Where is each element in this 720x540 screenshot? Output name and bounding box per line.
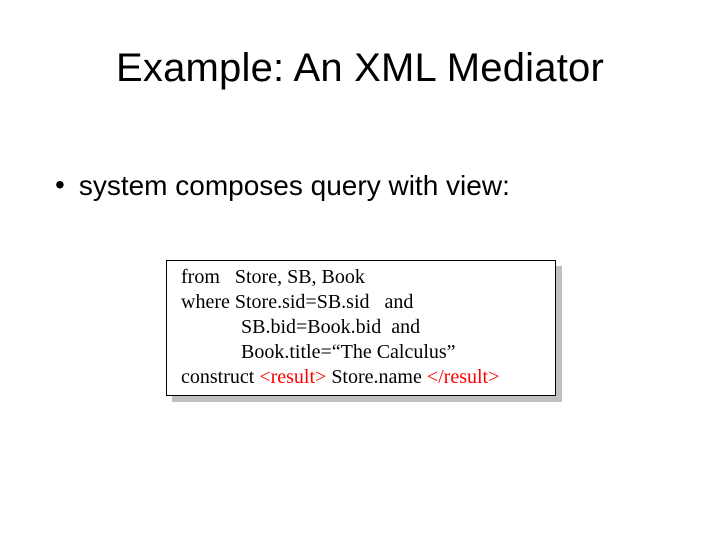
slide-title: Example: An XML Mediator [0,46,720,91]
code-line-5a: construct [181,366,259,388]
code-tag-open: <result> [259,366,326,388]
code-box: from Store, SB, Book where Store.sid=SB.… [166,260,556,396]
bullet-text: system composes query with view: [79,170,510,202]
slide: Example: An XML Mediator • system compos… [0,0,720,540]
bullet-marker: • [55,170,65,200]
code-line-3: SB.bid=Book.bid and [181,316,420,338]
code-line-2: where Store.sid=SB.sid and [181,291,413,313]
code-tag-close: </result> [427,366,500,388]
code-line-5c: Store.name [326,366,427,388]
bullet-item: • system composes query with view: [55,170,510,202]
code-line-1: from Store, SB, Book [181,266,365,288]
code-line-4: Book.title=“The Calculus” [181,341,456,363]
